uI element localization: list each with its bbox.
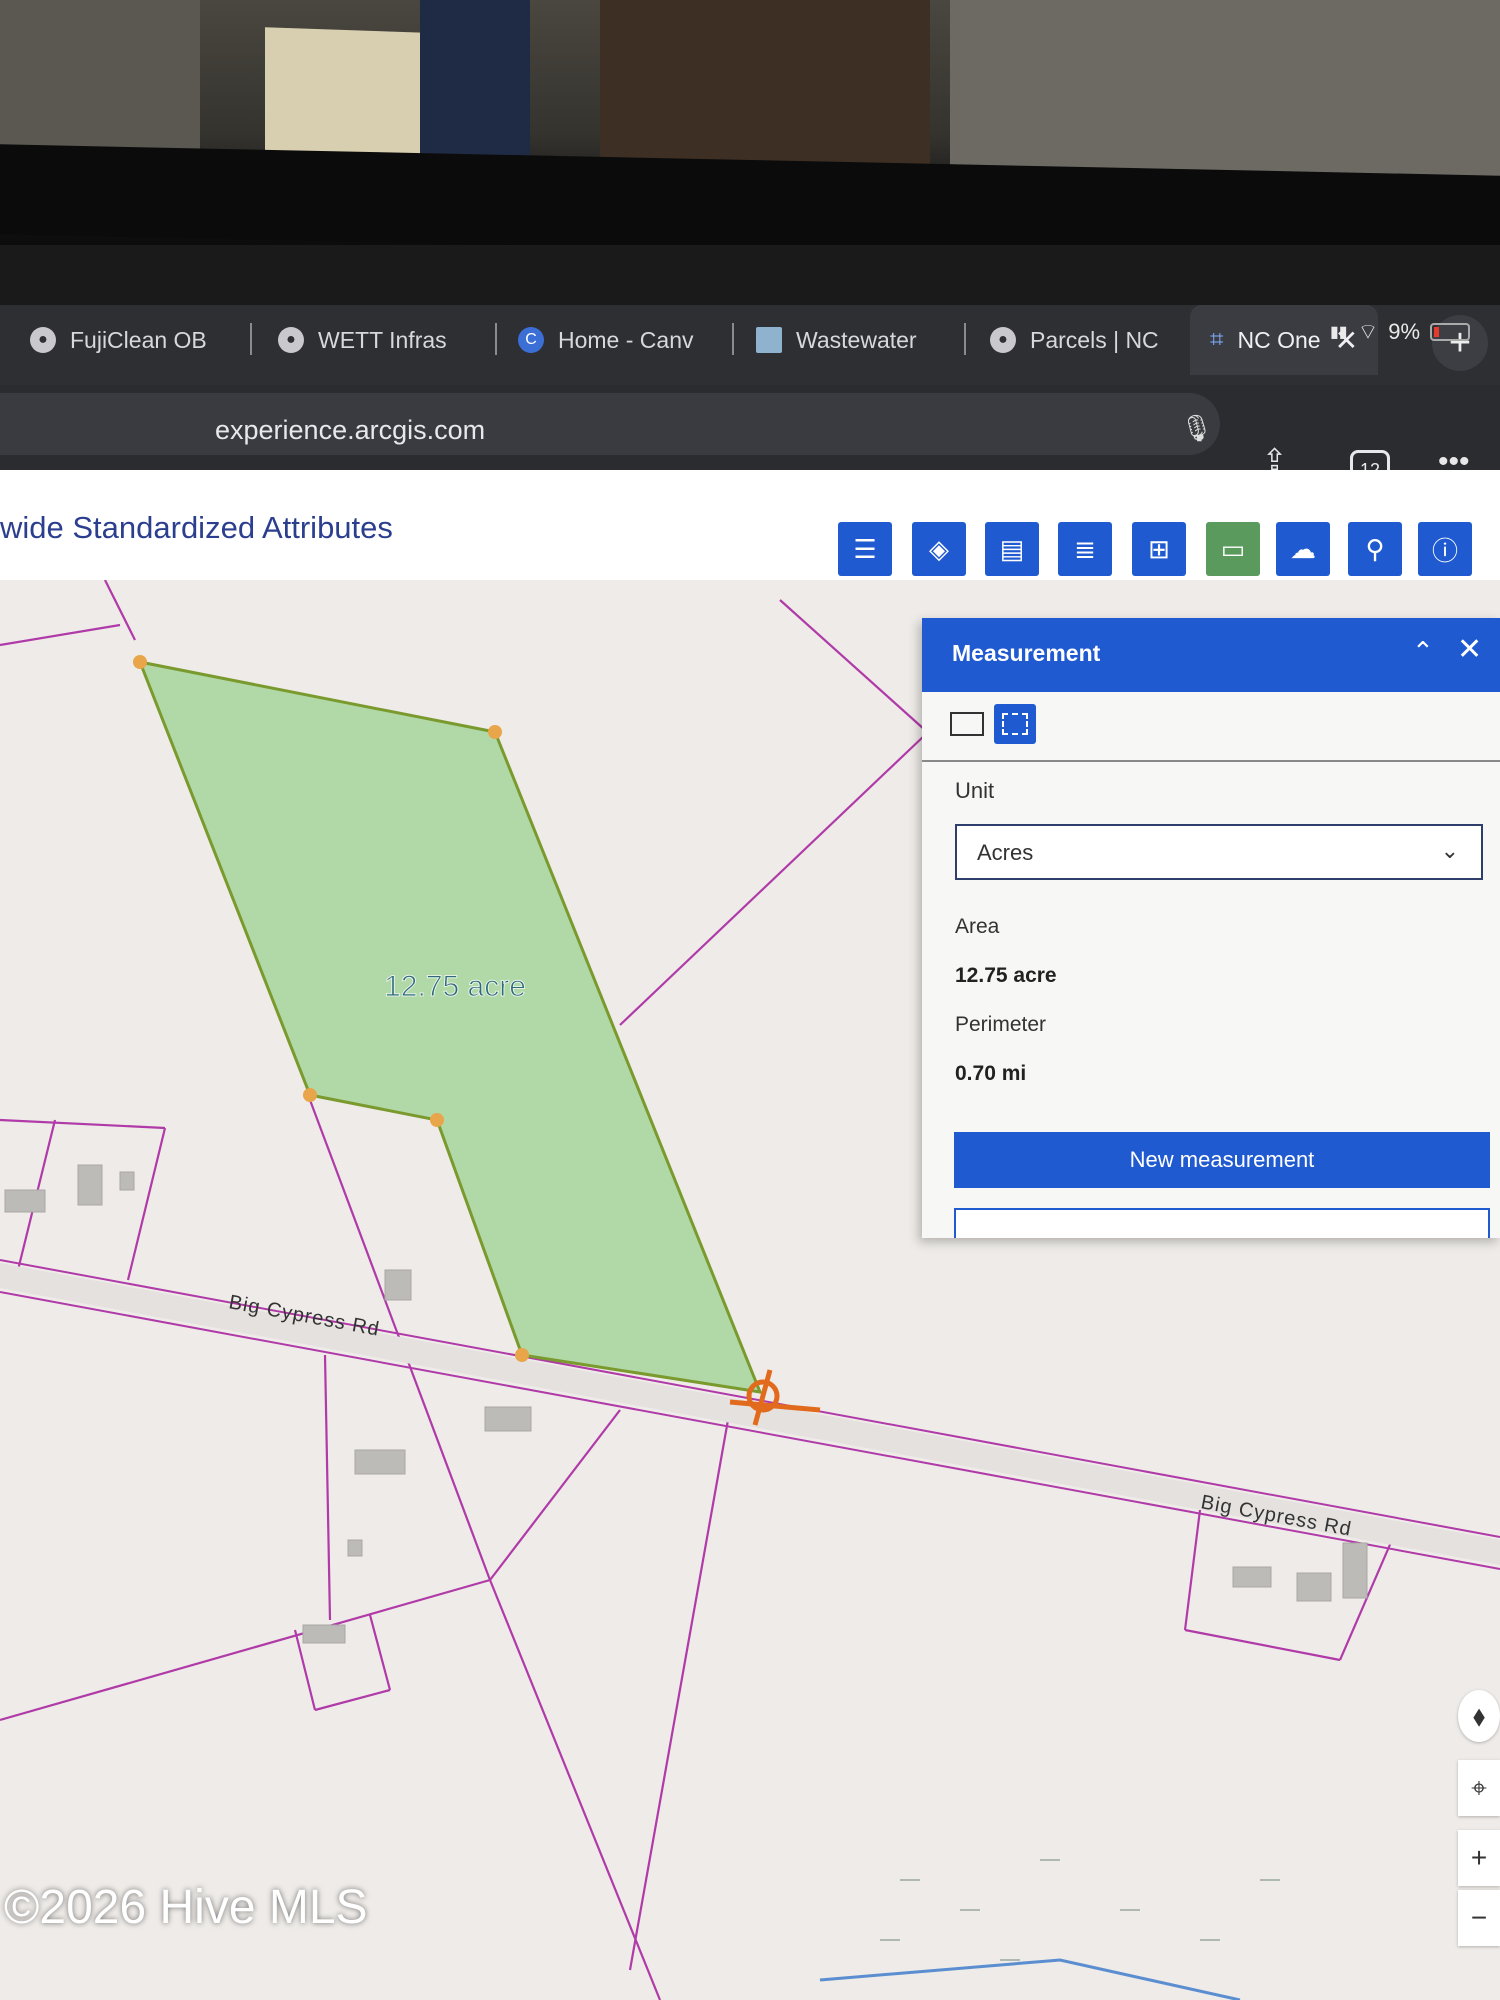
canvas-c-icon: C xyxy=(518,327,544,353)
unit-label: Unit xyxy=(955,778,995,803)
collapse-icon[interactable]: ⌃ xyxy=(1412,636,1434,667)
mic-icon[interactable]: 🎙 xyxy=(1180,413,1213,444)
share-network-icon[interactable]: ⚲ xyxy=(1348,522,1402,576)
wifi-icon: ⌔ xyxy=(1357,319,1379,344)
perimeter-value: 0.70 mi xyxy=(955,1062,1027,1085)
perimeter-label: Perimeter xyxy=(955,1013,1047,1036)
url-text: experience.arcgis.com xyxy=(215,415,486,445)
watermark: ©2026 Hive MLS xyxy=(4,1881,368,1934)
browser-tab[interactable]: C Home - Canv xyxy=(518,305,693,375)
browser-tab[interactable]: Wastewater xyxy=(756,305,917,375)
panel-title: Measurement xyxy=(952,640,1101,666)
browser-tab-strip: ● FujiClean OB ● WETT Infras C Home - Ca… xyxy=(0,305,1500,387)
unit-selected-value: Acres xyxy=(977,840,1034,865)
app-title: wide Standardized Attributes xyxy=(0,510,393,545)
cloud-download-icon[interactable]: ☁ xyxy=(1276,522,1330,576)
compass-icon[interactable]: ⬧ xyxy=(1458,1690,1500,1742)
tab-label: Parcels | NC xyxy=(1030,326,1159,353)
unit-select[interactable]: Acres ⌄ xyxy=(955,824,1483,880)
signal-icon: ▮▮ xyxy=(1330,324,1348,341)
new-measurement-button[interactable]: New measurement xyxy=(954,1132,1490,1188)
locate-icon[interactable]: ⌖ xyxy=(1458,1760,1500,1816)
url-field[interactable]: experience.arcgis.com 🎙 xyxy=(0,393,1220,455)
grid-icon[interactable]: ⊞ xyxy=(1132,522,1186,576)
tab-label: Home - Canv xyxy=(558,326,694,353)
globe-icon: ● xyxy=(990,327,1016,353)
browser-tab[interactable]: ● WETT Infras xyxy=(278,305,447,375)
background-room xyxy=(0,0,1500,245)
clear-button[interactable] xyxy=(954,1208,1490,1238)
app-header: wide Standardized Attributes ☰ ◈ ▤ ≣ ⊞ ▭… xyxy=(0,470,1500,590)
battery-icon xyxy=(1430,323,1471,341)
tab-label: Wastewater xyxy=(796,326,917,353)
browser-tab[interactable]: ● Parcels | NC xyxy=(990,305,1159,375)
layers-icon[interactable]: ◈ xyxy=(912,522,966,576)
tab-label: FujiClean OB xyxy=(70,326,207,353)
globe-icon: ● xyxy=(30,327,56,353)
chevron-down-icon: ⌄ xyxy=(1440,838,1459,863)
zoom-in-button[interactable]: + xyxy=(1458,1830,1500,1886)
info-icon[interactable]: ⓘ xyxy=(1418,522,1472,576)
map-frame-icon: ⌗ xyxy=(1210,326,1224,353)
database-icon[interactable]: ≣ xyxy=(1058,522,1112,576)
tab-label: NC One xyxy=(1237,326,1321,353)
browser-tab[interactable]: ● FujiClean OB xyxy=(30,305,207,375)
list-icon[interactable]: ☰ xyxy=(838,522,892,576)
battery-percent: 9% xyxy=(1388,319,1421,344)
measured-parcel-polygon xyxy=(137,659,763,1394)
query-icon[interactable]: ▤ xyxy=(985,522,1039,576)
measure-mode-row xyxy=(922,692,1500,762)
globe-icon: ● xyxy=(278,327,304,353)
distance-mode-icon[interactable] xyxy=(950,712,984,736)
area-label: Area xyxy=(955,915,1000,938)
marsh-symbols xyxy=(880,1859,1280,1961)
zoom-out-button[interactable]: − xyxy=(1458,1890,1500,1946)
measure-ruler-icon[interactable]: ▭ xyxy=(1206,522,1260,576)
close-icon[interactable]: ✕ xyxy=(1457,632,1482,667)
panel-header: Measurement ⌃ ✕ xyxy=(922,618,1500,692)
tab-label: WETT Infras xyxy=(318,326,447,353)
measurement-panel: Measurement ⌃ ✕ Unit Acres ⌄ Area 12.75 … xyxy=(922,618,1500,1238)
site-thumbnail-icon xyxy=(756,327,782,353)
status-bar: ▮▮ ⌔ 9% xyxy=(1330,318,1471,346)
area-mode-icon[interactable] xyxy=(994,704,1036,744)
area-value: 12.75 acre xyxy=(955,964,1057,987)
polygon-area-label: 12.75 acre xyxy=(384,970,526,1003)
